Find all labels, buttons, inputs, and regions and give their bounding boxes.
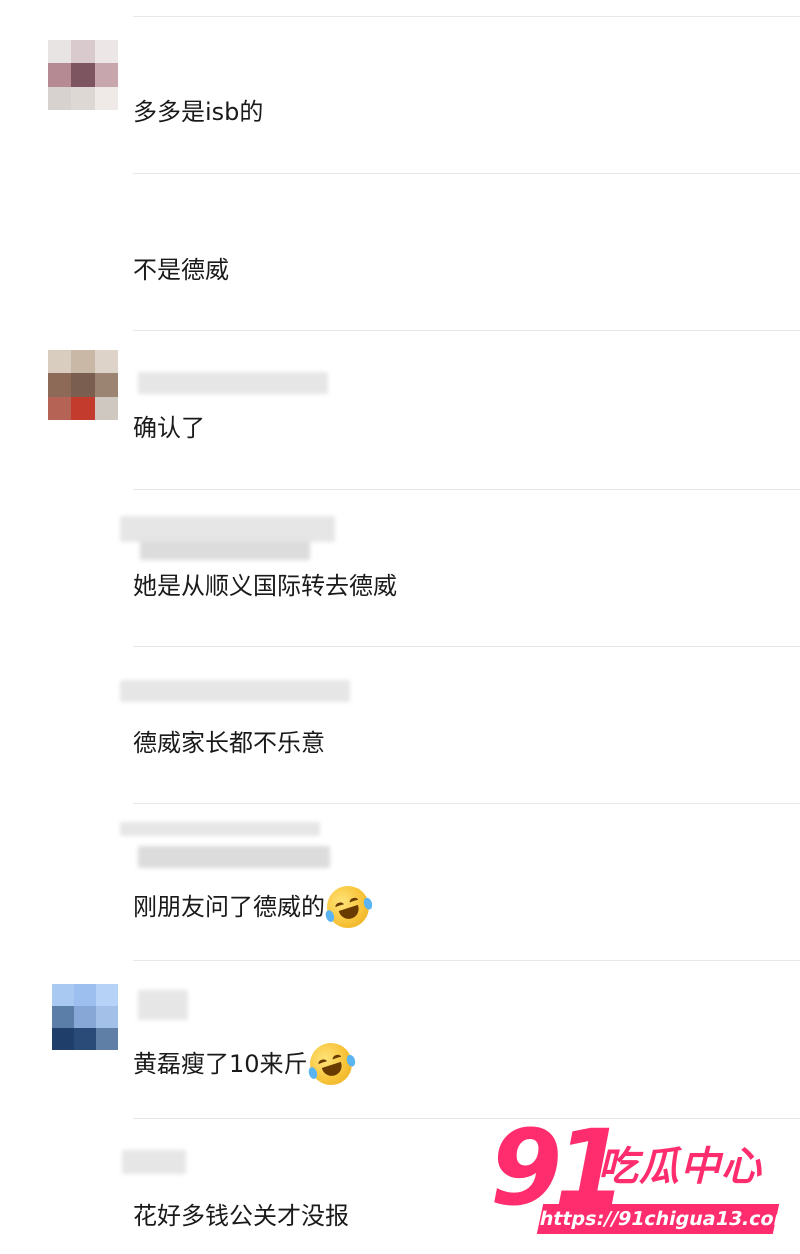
comment-text: 不是德威 [133,256,229,284]
avatar[interactable] [48,350,118,420]
username-blurred [138,846,330,868]
divider [133,960,800,961]
comment-text-content: 黄磊瘦了10来斤 [133,1050,308,1078]
comment-text: 她是从顺义国际转去德威 [133,572,397,600]
laughing-crying-emoji-icon [304,1037,358,1091]
username-blurred [120,822,320,836]
username-blurred [138,990,188,1020]
username-blurred [120,680,350,702]
divider [133,16,800,17]
comment-text: 花好多钱公关才没报 [133,1202,349,1230]
comment-text: 多多是isb的 [133,98,264,126]
divider [133,330,800,331]
comment-text: 德威家长都不乐意 [133,729,325,757]
comment-text: 确认了 [133,414,205,442]
divider [133,489,800,490]
site-watermark: 91 吃瓜中心 https://91chigua13.com [490,1116,796,1240]
comment-text: 刚朋友问了德威的 [133,880,375,934]
divider [133,173,800,174]
watermark-url: https://91chigua13.com [536,1204,796,1234]
watermark-brand: 吃瓜中心 [598,1144,762,1190]
username-blurred [138,372,328,394]
username-blurred [122,1150,186,1174]
avatar[interactable] [48,40,118,110]
divider [133,803,800,804]
divider [133,646,800,647]
comment-text: 黄磊瘦了10来斤 [133,1037,358,1091]
comment-text-content: 刚朋友问了德威的 [133,893,325,921]
laughing-crying-emoji-icon [321,880,375,934]
username-blurred [140,540,310,560]
username-blurred [120,516,335,542]
avatar[interactable] [52,984,118,1050]
